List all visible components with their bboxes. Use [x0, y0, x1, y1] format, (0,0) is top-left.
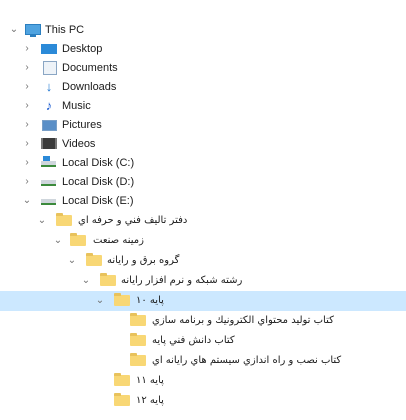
- chevron-down-icon[interactable]: ⌄: [52, 234, 64, 248]
- tree-item-local-disk-c[interactable]: › Local Disk (C:): [0, 153, 406, 173]
- tree-item-label: Local Disk (E:): [62, 195, 134, 207]
- tree-item-folder[interactable]: كتاب توليد محتواي الكترونيك و برنامه ساز…: [0, 311, 406, 331]
- tree-item-folder-selected[interactable]: ⌄ پايه ۱۰: [0, 291, 406, 311]
- tree-item-folder[interactable]: ⌄ دفتر تاليف فني و حرفه اي: [0, 211, 406, 231]
- tree-item-label: دفتر تاليف فني و حرفه اي: [78, 215, 188, 226]
- folder-icon: [114, 393, 130, 406]
- chevron-down-icon[interactable]: ⌄: [66, 254, 78, 268]
- navigation-tree: ⌄ This PC › Desktop › Documents › ↓ Down…: [0, 0, 406, 420]
- tree-item-label: رشته شبكه و نرم افزار رايانه: [121, 275, 243, 286]
- disk-icon: [41, 199, 56, 205]
- chevron-right-icon[interactable]: ›: [21, 61, 33, 75]
- tree-item-local-disk-e[interactable]: ⌄ Local Disk (E:): [0, 191, 406, 211]
- tree-item-label: Local Disk (C:): [62, 157, 135, 169]
- folder-icon: [70, 233, 86, 246]
- system-disk-icon: [41, 156, 56, 167]
- tree-item-folder[interactable]: ⌄ رشته شبكه و نرم افزار رايانه: [0, 271, 406, 291]
- tree-item-desktop[interactable]: › Desktop: [0, 39, 406, 59]
- tree-item-label: This PC: [45, 24, 85, 36]
- chevron-right-icon[interactable]: ›: [21, 137, 33, 151]
- chevron-right-icon[interactable]: ›: [21, 156, 33, 170]
- tree-item-music[interactable]: › ♪ Music: [0, 96, 406, 116]
- tree-item-local-disk-d[interactable]: › Local Disk (D:): [0, 172, 406, 192]
- tree-item-label: Local Disk (D:): [62, 176, 135, 188]
- tree-item-label: Music: [62, 100, 91, 112]
- chevron-right-icon[interactable]: ›: [21, 118, 33, 132]
- music-icon: ♪: [45, 98, 53, 113]
- chevron-down-icon[interactable]: ⌄: [36, 214, 48, 228]
- chevron-down-icon[interactable]: ⌄: [8, 23, 20, 37]
- tree-item-folder[interactable]: كتاب نصب و راه اندازي سيستم هاي رايانه ا…: [0, 351, 406, 371]
- chevron-right-icon[interactable]: ›: [21, 42, 33, 56]
- disk-icon: [41, 180, 56, 186]
- folder-icon: [130, 333, 146, 346]
- chevron-right-icon[interactable]: ›: [21, 99, 33, 113]
- tree-item-downloads[interactable]: › ↓ Downloads: [0, 77, 406, 97]
- tree-item-label: پايه ۱۱: [136, 375, 164, 386]
- tree-item-label: Documents: [62, 62, 118, 74]
- tree-item-documents[interactable]: › Documents: [0, 58, 406, 78]
- folder-icon: [130, 313, 146, 326]
- tree-item-pictures[interactable]: › Pictures: [0, 115, 406, 135]
- tree-item-label: Downloads: [62, 81, 117, 93]
- folder-icon: [114, 293, 130, 306]
- tree-item-folder[interactable]: ⌄ گروه برق و رايانه: [0, 251, 406, 271]
- chevron-down-icon[interactable]: ⌄: [80, 274, 92, 288]
- documents-icon: [43, 61, 57, 75]
- tree-item-videos[interactable]: › Videos: [0, 134, 406, 154]
- tree-item-label: پايه ۱۲: [136, 395, 164, 406]
- tree-item-this-pc[interactable]: ⌄ This PC: [0, 20, 406, 40]
- this-pc-icon: [25, 24, 41, 37]
- folder-icon: [114, 373, 130, 386]
- tree-item-label: Pictures: [62, 119, 102, 131]
- pictures-icon: [42, 120, 57, 131]
- downloads-icon: ↓: [45, 79, 53, 94]
- desktop-icon: [41, 44, 57, 54]
- chevron-down-icon[interactable]: ⌄: [94, 294, 106, 308]
- tree-item-label: Desktop: [62, 43, 103, 55]
- chevron-right-icon[interactable]: ›: [21, 80, 33, 94]
- folder-icon: [100, 273, 116, 286]
- tree-item-label: كتاب توليد محتواي الكترونيك و برنامه ساز…: [152, 315, 334, 326]
- tree-item-label: Videos: [62, 138, 96, 150]
- folder-icon: [56, 213, 72, 226]
- tree-item-folder[interactable]: پايه ۱۲: [0, 391, 406, 411]
- tree-item-folder[interactable]: كتاب دانش فني پايه: [0, 331, 406, 351]
- tree-item-folder[interactable]: پايه ۱۱: [0, 371, 406, 391]
- tree-item-label: گروه برق و رايانه: [107, 255, 180, 266]
- tree-item-label: كتاب نصب و راه اندازي سيستم هاي رايانه ا…: [152, 355, 342, 366]
- tree-item-label: زمينه صنعت: [93, 235, 144, 246]
- folder-icon: [130, 353, 146, 366]
- chevron-down-icon[interactable]: ⌄: [21, 194, 33, 208]
- tree-item-folder[interactable]: ⌄ زمينه صنعت: [0, 231, 406, 251]
- tree-item-label: پايه ۱۰: [136, 295, 164, 306]
- videos-icon: [41, 138, 57, 149]
- folder-icon: [86, 253, 102, 266]
- chevron-right-icon[interactable]: ›: [21, 175, 33, 189]
- tree-item-label: كتاب دانش فني پايه: [152, 335, 235, 346]
